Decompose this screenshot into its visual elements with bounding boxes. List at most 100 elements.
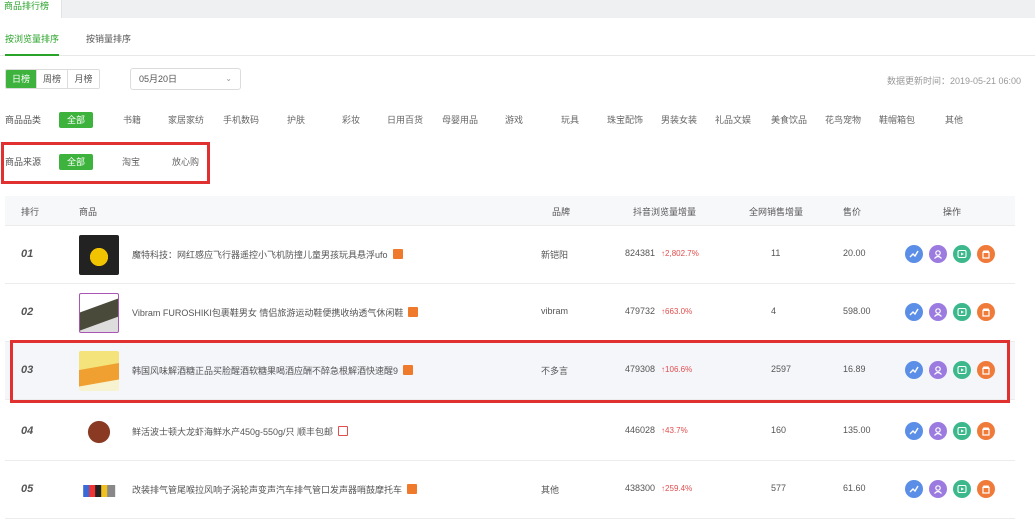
header-sales-increase: 全网销售增量	[749, 207, 804, 217]
tab-sort-by-views[interactable]: 按浏览量排序	[5, 30, 60, 56]
tab-sort-by-sales[interactable]: 按销量排序	[86, 30, 131, 56]
shop-icon[interactable]	[977, 480, 995, 498]
date-select[interactable]: 05月20日 ⌄	[130, 68, 241, 90]
sort-tabs: 按浏览量排序 按销量排序	[0, 22, 1035, 56]
views-increase: 824381 ↑2,802.7%	[625, 248, 699, 258]
category-toys[interactable]: 玩具	[561, 112, 579, 128]
user-icon[interactable]	[929, 303, 947, 321]
views-value: 479732	[625, 306, 656, 316]
period-toggle: 日榜 周榜 月榜	[5, 69, 100, 89]
category-jewelry[interactable]: 珠宝配饰	[607, 112, 643, 128]
play-icon[interactable]	[953, 245, 971, 263]
category-digital[interactable]: 手机数码	[223, 112, 259, 128]
shop-icon[interactable]	[977, 422, 995, 440]
row-highlight-box	[10, 340, 1010, 403]
views-growth: ↑259.4%	[661, 484, 693, 493]
views-increase: 438300 ↑259.4%	[625, 483, 692, 493]
header-views-increase: 抖音浏览量增量	[633, 207, 697, 217]
monthly-button[interactable]: 月榜	[68, 70, 99, 88]
category-home[interactable]: 家居家纺	[168, 112, 204, 128]
row-actions	[905, 422, 995, 440]
table-row[interactable]: 05 改装排气管尾喉拉风响子涡轮声变声汽车排气管口发声器哨鼓摩托车 其他 438…	[5, 461, 1015, 519]
play-icon[interactable]	[953, 480, 971, 498]
sales-value: 160	[771, 425, 787, 435]
table-row[interactable]: 01 魔特科技：网红感应飞行器遥控小飞机防撞儿童男孩玩具悬浮ufo 新铠阳 82…	[5, 226, 1015, 284]
category-daily[interactable]: 日用百货	[387, 112, 423, 128]
category-makeup[interactable]: 彩妆	[342, 112, 360, 128]
shop-icon[interactable]	[977, 303, 995, 321]
product-name[interactable]: 鲜活波士顿大龙虾海鲜水产450g-550g/只 顺丰包邮	[132, 425, 349, 438]
category-baby[interactable]: 母婴用品	[442, 112, 478, 128]
product-name-text: Vibram FUROSHIKI包裹鞋男女 情侣旅游运动鞋便携收纳透气休闲鞋	[132, 308, 404, 318]
play-icon[interactable]	[953, 422, 971, 440]
trend-chart-icon[interactable]	[905, 480, 923, 498]
taobao-icon	[408, 307, 419, 317]
user-icon[interactable]	[929, 245, 947, 263]
category-skincare[interactable]: 护肤	[287, 112, 305, 128]
sales-value: 11	[771, 248, 781, 258]
user-icon[interactable]	[929, 480, 947, 498]
category-label: 商品品类	[5, 115, 42, 125]
product-image[interactable]	[79, 293, 119, 333]
brand-value: 新铠阳	[541, 250, 569, 260]
user-icon[interactable]	[929, 422, 947, 440]
taobao-icon	[392, 249, 403, 259]
product-name-text: 魔特科技：网红感应飞行器遥控小飞机防撞儿童男孩玩具悬浮ufo	[132, 250, 388, 260]
price-value: 135.00	[843, 425, 871, 435]
views-increase: 446028 ↑43.7%	[625, 425, 688, 435]
row-actions	[905, 480, 995, 498]
play-icon[interactable]	[953, 303, 971, 321]
tab-product-ranking[interactable]: 商品排行榜	[0, 0, 62, 18]
trend-chart-icon[interactable]	[905, 422, 923, 440]
brand-value: vibram	[541, 306, 569, 316]
source-highlight-box	[1, 142, 210, 184]
category-food[interactable]: 美食饮品	[771, 112, 807, 128]
category-bags[interactable]: 鞋帽箱包	[879, 112, 915, 128]
shop-icon[interactable]	[977, 245, 995, 263]
category-clothing[interactable]: 男装女装	[661, 112, 697, 128]
table-header: 排行 商品 品牌 抖音浏览量增量 全网销售增量 售价 操作	[5, 196, 1015, 226]
row-actions	[905, 245, 995, 263]
category-all[interactable]: 全部	[59, 112, 93, 128]
category-pets[interactable]: 花鸟宠物	[825, 112, 861, 128]
views-growth: ↑663.0%	[661, 307, 693, 316]
update-time: 数据更新时间：2019-05-21 06:00	[886, 76, 1021, 86]
trend-chart-icon[interactable]	[905, 245, 923, 263]
product-name[interactable]: 魔特科技：网红感应飞行器遥控小飞机防撞儿童男孩玩具悬浮ufo	[132, 248, 403, 261]
views-value: 824381	[625, 248, 656, 258]
category-books[interactable]: 书籍	[123, 112, 141, 128]
product-name-text: 改装排气管尾喉拉风响子涡轮声变声汽车排气管口发声器哨鼓摩托车	[132, 485, 403, 495]
sales-value: 577	[771, 483, 787, 493]
price-value: 61.60	[843, 483, 866, 493]
header-brand: 品牌	[552, 207, 571, 217]
fangxingou-icon	[338, 426, 349, 436]
product-image[interactable]	[79, 235, 119, 275]
weekly-button[interactable]: 周榜	[37, 70, 68, 88]
header-product: 商品	[79, 207, 98, 217]
product-name[interactable]: 改装排气管尾喉拉风响子涡轮声变声汽车排气管口发声器哨鼓摩托车	[132, 483, 418, 496]
price-value: 598.00	[843, 306, 871, 316]
views-growth: ↑2,802.7%	[661, 249, 699, 258]
chevron-down-icon: ⌄	[225, 74, 232, 83]
views-value: 438300	[625, 483, 656, 493]
views-increase: 479732 ↑663.0%	[625, 306, 692, 316]
views-growth: ↑43.7%	[661, 426, 688, 435]
category-filter: 商品品类 全部 书籍 家居家纺 手机数码 护肤 彩妆 日用百货 母婴用品 游戏 …	[5, 112, 1005, 128]
product-image[interactable]	[79, 412, 119, 452]
rank-number: 04	[21, 425, 34, 437]
product-image[interactable]	[79, 485, 119, 497]
date-value: 05月20日	[139, 74, 178, 84]
product-name[interactable]: Vibram FUROSHIKI包裹鞋男女 情侣旅游运动鞋便携收纳透气休闲鞋	[132, 306, 419, 319]
price-value: 20.00	[843, 248, 866, 258]
category-other[interactable]: 其他	[945, 112, 963, 128]
trend-chart-icon[interactable]	[905, 303, 923, 321]
rank-number: 01	[21, 248, 34, 260]
daily-button[interactable]: 日榜	[6, 70, 37, 88]
header-rank: 排行	[21, 207, 40, 217]
category-gifts[interactable]: 礼品文娱	[715, 112, 751, 128]
table-row[interactable]: 02 Vibram FUROSHIKI包裹鞋男女 情侣旅游运动鞋便携收纳透气休闲…	[5, 284, 1015, 342]
header-actions: 操作	[943, 207, 962, 217]
sales-value: 4	[771, 306, 777, 316]
category-games[interactable]: 游戏	[505, 112, 523, 128]
table-row[interactable]: 04 鲜活波士顿大龙虾海鲜水产450g-550g/只 顺丰包邮 446028 ↑4…	[5, 403, 1015, 461]
